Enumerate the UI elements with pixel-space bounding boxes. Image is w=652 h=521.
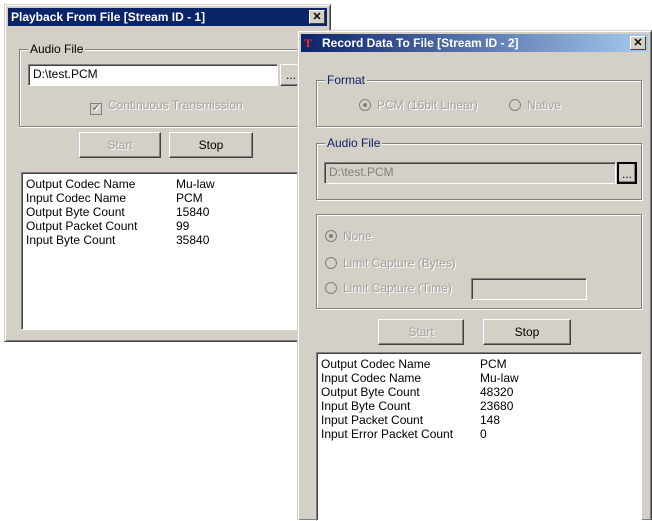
playback-titlebar[interactable]: Playback From File [Stream ID - 1] ✕ bbox=[8, 8, 327, 26]
stats-row: Input Byte Count 35840 bbox=[26, 233, 210, 247]
format-group-label: Format bbox=[325, 73, 368, 87]
playback-audio-file-group: Audio File D:\test.PCM ... ✔ Continuous T… bbox=[19, 42, 325, 127]
record-titlebar[interactable]: T Record Data To File [Stream ID - 2] ✕ bbox=[301, 34, 648, 52]
radio-icon bbox=[325, 257, 337, 269]
format-group: Format PCM (16bit Linear) Native bbox=[316, 73, 642, 127]
stats-row: Input Codec Name Mu-law bbox=[321, 371, 519, 385]
record-stop-button[interactable]: Stop bbox=[483, 319, 571, 345]
playback-window: Playback From File [Stream ID - 1] ✕ Aud… bbox=[4, 4, 331, 342]
app-icon: T bbox=[304, 36, 313, 50]
stats-row: Input Byte Count 23680 bbox=[321, 399, 514, 413]
capture-options-group: None Limit Capture (Bytes) Limit Capture… bbox=[316, 214, 642, 309]
record-audio-file-group-label: Audio File bbox=[325, 136, 383, 150]
stats-row: Input Packet Count 148 bbox=[321, 413, 501, 427]
stats-row: Output Byte Count 15840 bbox=[26, 205, 210, 219]
stats-row: Output Codec Name PCM bbox=[321, 357, 507, 371]
capture-none-radio[interactable]: None bbox=[325, 229, 372, 243]
playback-file-path-field[interactable]: D:\test.PCM bbox=[28, 64, 278, 86]
radio-icon bbox=[325, 230, 337, 242]
playback-audio-file-group-label: Audio File bbox=[28, 42, 86, 56]
capture-time-radio[interactable]: Limit Capture (Time) bbox=[325, 281, 452, 295]
record-file-path-field[interactable]: D:\test.PCM bbox=[324, 162, 616, 184]
record-stats-list: Output Codec Name PCM Input Codec Name Mu-… bbox=[316, 352, 642, 521]
stats-row: Output Packet Count 99 bbox=[26, 219, 190, 233]
record-window: T Record Data To File [Stream ID - 2] ✕ F… bbox=[297, 30, 652, 521]
stats-row: Output Byte Count 48320 bbox=[321, 385, 514, 399]
continuous-checkbox[interactable]: ✔ bbox=[90, 103, 102, 115]
stats-row: Input Codec Name PCM bbox=[26, 191, 203, 205]
record-audio-file-group: Audio File D:\test.PCM ... bbox=[316, 136, 642, 200]
capture-time-input[interactable] bbox=[471, 278, 587, 300]
playback-stats-list: Output Codec Name Mu-law Input Codec Name… bbox=[21, 172, 325, 330]
capture-bytes-radio[interactable]: Limit Capture (Bytes) bbox=[325, 256, 456, 270]
stats-row: Output Codec Name Mu-law bbox=[26, 177, 215, 191]
record-start-button[interactable]: Start bbox=[378, 319, 464, 345]
playback-start-button[interactable]: Start bbox=[79, 132, 161, 158]
continuous-label: Continuous Transmission bbox=[108, 98, 243, 112]
format-native-radio[interactable]: Native bbox=[509, 98, 561, 112]
record-close-button[interactable]: ✕ bbox=[630, 36, 646, 50]
playback-close-button[interactable]: ✕ bbox=[309, 10, 325, 24]
record-browse-button[interactable]: ... bbox=[617, 162, 637, 184]
playback-continuous-checkbox-row[interactable]: ✔ Continuous Transmission bbox=[90, 98, 243, 115]
radio-icon bbox=[509, 99, 521, 111]
stats-row: Input Error Packet Count 0 bbox=[321, 427, 487, 441]
record-title: Record Data To File [Stream ID - 2] bbox=[322, 36, 519, 50]
playback-title: Playback From File [Stream ID - 1] bbox=[11, 10, 206, 24]
playback-stop-button[interactable]: Stop bbox=[169, 132, 253, 158]
format-pcm-radio[interactable]: PCM (16bit Linear) bbox=[359, 98, 478, 112]
radio-icon bbox=[325, 282, 337, 294]
radio-icon bbox=[359, 99, 371, 111]
